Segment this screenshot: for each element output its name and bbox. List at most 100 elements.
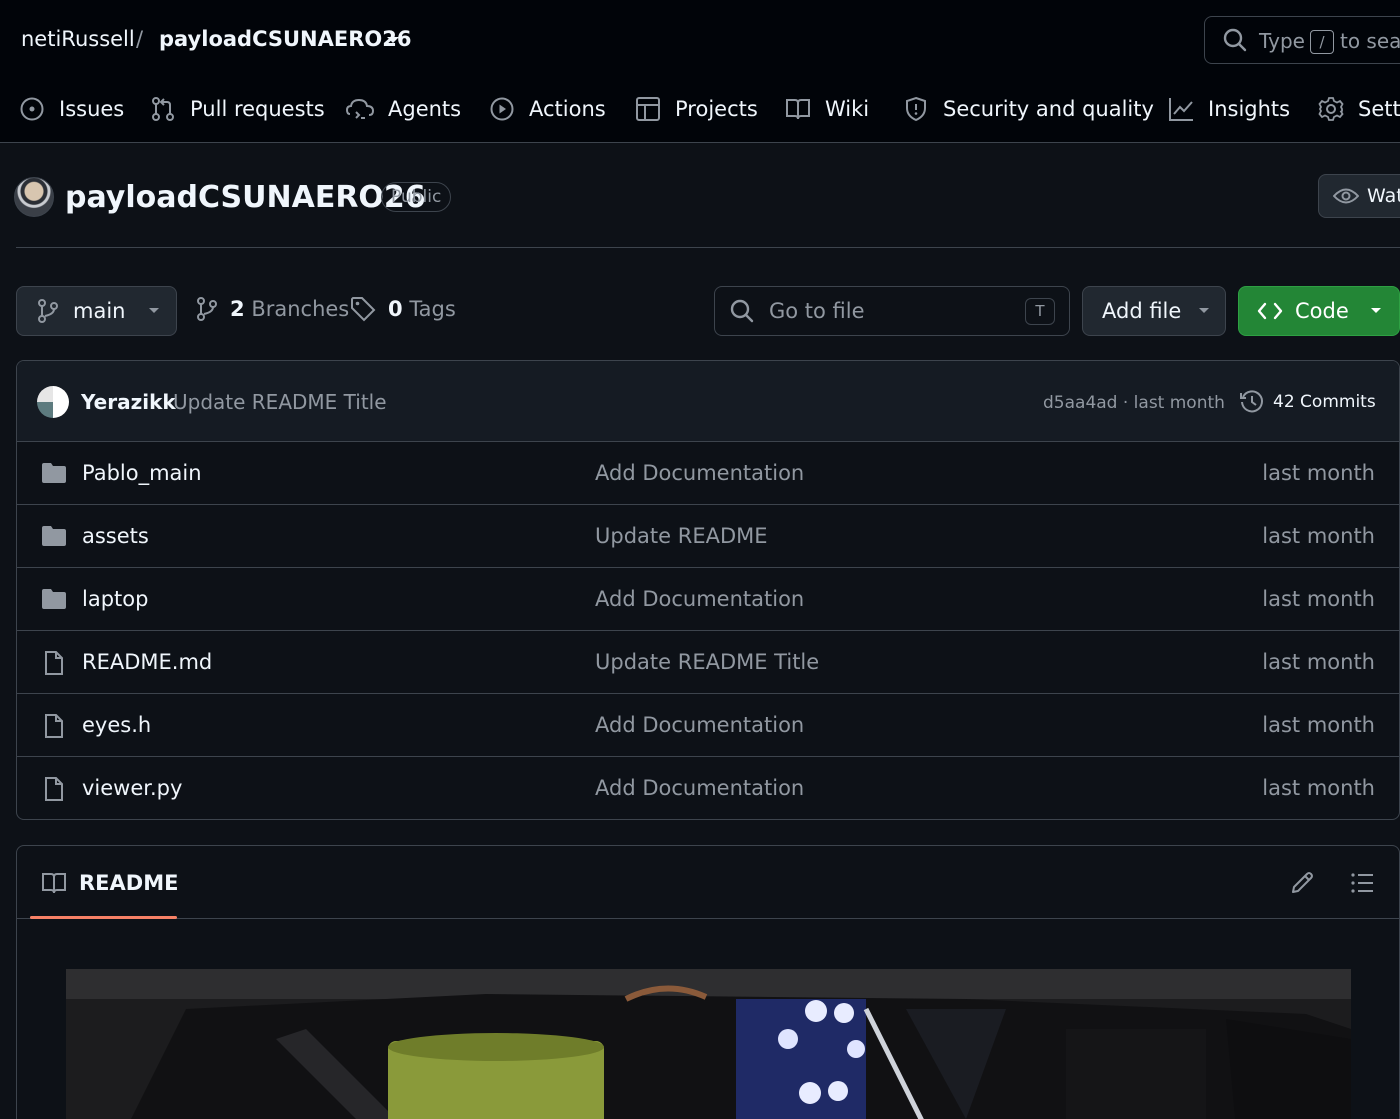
repo-name-link[interactable]: payloadCSUNAERO26 <box>159 27 411 51</box>
eye-icon <box>1333 186 1359 206</box>
pencil-icon[interactable] <box>1289 870 1315 896</box>
git-pull-request-icon <box>150 96 176 122</box>
file-time: last month <box>1262 524 1375 548</box>
latest-commit-bar: Yerazikk Update README Title d5aa4ad · l… <box>17 361 1399 442</box>
tab-issues[interactable]: Issues <box>19 91 124 127</box>
file-icon <box>41 650 67 676</box>
list-unordered-icon[interactable] <box>1349 870 1375 896</box>
play-icon <box>489 96 515 122</box>
file-row[interactable]: viewer.py Add Documentation last month <box>17 757 1399 819</box>
tags-link[interactable]: 0 Tags <box>350 296 456 322</box>
folder-icon <box>41 524 67 548</box>
issue-opened-icon <box>19 96 45 122</box>
table-icon <box>635 96 661 122</box>
file-name[interactable]: laptop <box>82 587 148 611</box>
file-row[interactable]: eyes.h Add Documentation last month <box>17 694 1399 757</box>
history-icon <box>1239 389 1265 415</box>
file-row[interactable]: assets Update README last month <box>17 505 1399 568</box>
tab-security[interactable]: Security and quality <box>903 91 1154 127</box>
tab-label: Insights <box>1208 97 1291 121</box>
chevron-down-icon <box>1369 306 1383 316</box>
book-icon <box>785 96 811 122</box>
owner-link[interactable]: netiRussell <box>21 27 135 51</box>
commit-author-avatar[interactable] <box>37 386 69 418</box>
search-icon <box>1222 27 1248 53</box>
tab-label: Issues <box>59 97 125 121</box>
search-icon <box>729 298 755 324</box>
add-file-label: Add file <box>1102 299 1182 323</box>
commit-author[interactable]: Yerazikk <box>81 390 176 414</box>
go-to-file-input[interactable]: Go to file T <box>714 286 1070 336</box>
file-row[interactable]: README.md Update README Title last month <box>17 631 1399 694</box>
tab-label: Pull requests <box>190 97 325 121</box>
file-time: last month <box>1262 713 1375 737</box>
chevron-down-icon[interactable] <box>384 34 402 46</box>
visibility-badge: Public <box>381 182 452 212</box>
file-name[interactable]: assets <box>82 524 149 548</box>
readme-tab-label: README <box>79 871 179 895</box>
tab-wiki[interactable]: Wiki <box>785 91 869 127</box>
tab-label: Settings <box>1358 97 1400 121</box>
readme-panel: README <box>16 845 1400 1119</box>
active-tab-indicator <box>30 916 177 919</box>
file-commit-message[interactable]: Add Documentation <box>595 461 804 485</box>
commit-message[interactable]: Update README Title <box>173 390 387 414</box>
shield-icon <box>903 96 929 122</box>
folder-icon <box>41 587 67 611</box>
file-commit-message[interactable]: Add Documentation <box>595 713 804 737</box>
file-name[interactable]: viewer.py <box>82 776 182 800</box>
branches-label: Branches <box>251 297 350 321</box>
page-title[interactable]: payloadCSUNAERO26 <box>65 180 426 215</box>
book-icon <box>41 870 67 896</box>
folder-icon <box>41 461 67 485</box>
tab-readme[interactable]: README <box>41 870 178 896</box>
watch-button[interactable]: Watch <box>1318 174 1400 218</box>
file-commit-message[interactable]: Update README <box>595 524 768 548</box>
file-commit-message[interactable]: Add Documentation <box>595 587 804 611</box>
commits-count: 42 <box>1273 392 1295 412</box>
tab-label: Security and quality <box>943 97 1154 121</box>
file-name[interactable]: README.md <box>82 650 212 674</box>
code-icon <box>1257 301 1283 321</box>
tab-label: Wiki <box>825 97 870 121</box>
file-icon <box>41 776 67 802</box>
git-branch-icon <box>37 298 59 324</box>
file-table: Yerazikk Update README Title d5aa4ad · l… <box>16 360 1400 820</box>
branches-count: 2 <box>230 297 245 321</box>
graph-icon <box>1168 96 1194 122</box>
tab-settings[interactable]: Settings <box>1318 91 1400 127</box>
commit-hash-time[interactable]: d5aa4ad · last month <box>1043 393 1225 413</box>
search-shortcut-key: / <box>1310 30 1334 54</box>
go-to-file-placeholder: Go to file <box>769 299 865 323</box>
file-commit-message[interactable]: Update README Title <box>595 650 819 674</box>
chevron-down-icon <box>1197 306 1211 316</box>
readme-image <box>66 969 1351 1119</box>
tab-agents[interactable]: Agents <box>346 91 461 127</box>
tab-insights[interactable]: Insights <box>1168 91 1290 127</box>
search-placeholder-prefix: Type <box>1259 29 1305 53</box>
branches-link[interactable]: 2 Branches <box>196 296 349 322</box>
code-button[interactable]: Code <box>1238 286 1400 336</box>
file-name[interactable]: Pablo_main <box>82 461 202 485</box>
file-name[interactable]: eyes.h <box>82 713 151 737</box>
gear-icon <box>1318 96 1344 122</box>
tags-label: Tags <box>409 297 456 321</box>
avatar[interactable] <box>14 177 54 217</box>
file-time: last month <box>1262 776 1375 800</box>
tab-projects[interactable]: Projects <box>635 91 758 127</box>
file-time: last month <box>1262 587 1375 611</box>
file-row[interactable]: Pablo_main Add Documentation last month <box>17 442 1399 505</box>
file-commit-message[interactable]: Add Documentation <box>595 776 804 800</box>
tab-label: Agents <box>388 97 462 121</box>
search-placeholder-suffix: to search <box>1340 29 1400 53</box>
file-time: last month <box>1262 650 1375 674</box>
tab-actions[interactable]: Actions <box>489 91 606 127</box>
add-file-button[interactable]: Add file <box>1082 286 1226 336</box>
branch-selector[interactable]: main <box>16 286 177 336</box>
watch-label: Watch <box>1367 185 1400 207</box>
go-to-file-shortcut-key: T <box>1025 298 1055 325</box>
tags-count: 0 <box>388 297 403 321</box>
tab-pull-requests[interactable]: Pull requests <box>150 91 325 127</box>
file-row[interactable]: laptop Add Documentation last month <box>17 568 1399 631</box>
commits-link[interactable]: 42 Commits <box>1239 389 1376 415</box>
